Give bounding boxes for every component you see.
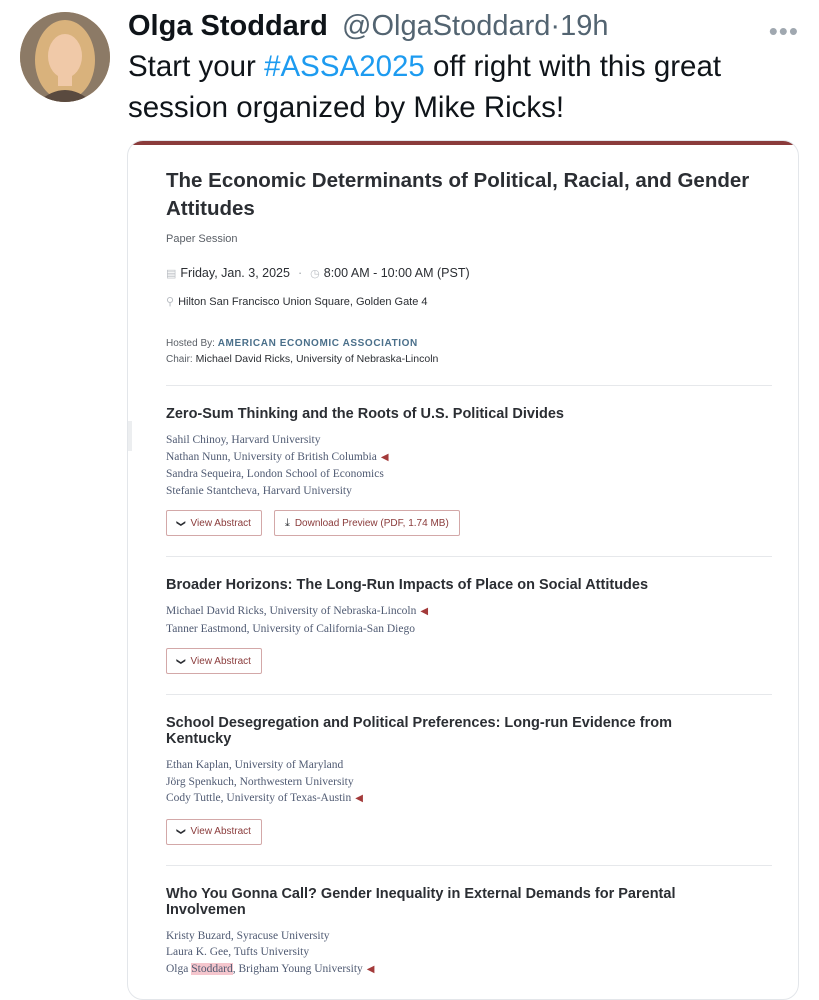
hosted-org: AMERICAN ECONOMIC ASSOCIATION xyxy=(217,338,418,349)
paper-item: Broader Horizons: The Long-Run Impacts o… xyxy=(166,556,772,674)
paper-item: Who You Gonna Call? Gender Inequality in… xyxy=(166,864,772,979)
paper-authors: Michael David Ricks, University of Nebra… xyxy=(166,603,772,637)
megaphone-icon: ◀ xyxy=(380,451,389,463)
author-line: Sahil Chinoy, Harvard University xyxy=(166,434,321,446)
view-abstract-button[interactable]: ❯ View Abstract xyxy=(166,510,262,536)
paper-actions: ❯ View Abstract xyxy=(166,648,772,674)
author-line: Sandra Sequeira, London School of Econom… xyxy=(166,468,384,480)
author-line: Ethan Kaplan, University of Maryland xyxy=(166,759,344,771)
chair-label: Chair: xyxy=(166,354,193,365)
session-time: 8:00 AM - 10:00 AM (PST) xyxy=(323,266,470,280)
chair-name: Michael David Ricks, University of Nebra… xyxy=(195,353,439,365)
author-line: Jörg Spenkuch, Northwestern University xyxy=(166,775,354,788)
author-line: Tanner Eastmond, University of Californi… xyxy=(166,622,415,635)
session-details: The Economic Determinants of Political, … xyxy=(166,167,772,978)
megaphone-icon: ◀ xyxy=(355,793,363,804)
paper-title: School Desegregation and Political Prefe… xyxy=(166,715,672,747)
hosted-by: Hosted By: AMERICAN ECONOMIC ASSOCIATION xyxy=(166,338,772,349)
button-label: View Abstract xyxy=(190,655,251,667)
tweet-header: Olga Stoddard @OlgaStoddard·19h ••• xyxy=(128,6,799,46)
paper-actions: ❯ View Abstract xyxy=(166,818,772,845)
megaphone-icon: ◀ xyxy=(366,963,375,975)
author-line: Laura K. Gee, Tufts University xyxy=(166,946,310,958)
tweet-time[interactable]: 19h xyxy=(560,10,608,42)
avatar[interactable] xyxy=(20,12,110,102)
calendar-icon: ▤ xyxy=(166,267,177,280)
chevron-down-icon: ❯ xyxy=(176,519,187,527)
author-line: Kristy Buzard, Syracuse University xyxy=(166,929,330,942)
handle-text: @OlgaStoddard xyxy=(342,10,551,42)
meta-separator: · xyxy=(297,266,303,280)
download-preview-button[interactable]: ⤓ Download Preview (PDF, 1.74 MB) xyxy=(273,510,460,536)
button-label: View Abstract xyxy=(190,826,251,837)
paper-title: Broader Horizons: The Long-Run Impacts o… xyxy=(166,577,649,593)
location-pin-icon: ⚲ xyxy=(166,296,175,308)
paper-item: School Desegregation and Political Prefe… xyxy=(166,694,772,845)
paper-title: Who You Gonna Call? Gender Inequality in… xyxy=(166,885,676,918)
author-text: , Brigham Young University xyxy=(232,962,363,975)
scroll-nub xyxy=(128,421,132,451)
author-line-presenter: Michael David Ricks, University of Nebra… xyxy=(166,603,772,621)
button-label: View Abstract xyxy=(190,517,251,529)
hashtag-link[interactable]: #ASSA2025 xyxy=(264,50,425,83)
session-date: Friday, Jan. 3, 2025 xyxy=(180,266,290,280)
chevron-down-icon: ❯ xyxy=(176,827,187,836)
paper-authors: Sahil Chinoy, Harvard University Nathan … xyxy=(166,432,772,499)
author-handle[interactable]: @OlgaStoddard·19h xyxy=(342,10,608,43)
tweet-text: Start your #ASSA2025 off right with this… xyxy=(128,46,798,128)
session-title: The Economic Determinants of Political, … xyxy=(166,169,750,220)
session-chair: Chair: Michael David Ricks, University o… xyxy=(166,353,772,365)
author-name[interactable]: Olga Stoddard xyxy=(128,10,328,43)
tweet-text-start: Start your xyxy=(128,50,265,83)
author-text: Cody Tuttle, University of Texas-Austin xyxy=(166,792,352,804)
author-text: Nathan Nunn, University of British Colum… xyxy=(166,450,377,463)
download-icon: ⤓ xyxy=(284,516,290,529)
button-label: Download Preview (PDF, 1.74 MB) xyxy=(294,517,449,529)
avatar-photo xyxy=(20,12,110,102)
clock-icon: ◷ xyxy=(310,267,320,280)
paper-actions: ❯ View Abstract ⤓ Download Preview (PDF, 1… xyxy=(166,510,772,536)
location-text: Hilton San Francisco Union Square, Golde… xyxy=(178,295,428,308)
paper-authors: Ethan Kaplan, University of Maryland Jör… xyxy=(166,757,772,808)
author-line: Stefanie Stantcheva, Harvard University xyxy=(166,484,352,497)
chevron-down-icon: ❯ xyxy=(176,657,187,665)
megaphone-icon: ◀ xyxy=(420,606,429,617)
session-location: ⚲ Hilton San Francisco Union Square, Gol… xyxy=(166,295,772,309)
author-line-presenter: Cody Tuttle, University of Texas-Austin ◀ xyxy=(166,790,772,808)
more-icon[interactable]: ••• xyxy=(769,16,799,47)
highlighted-name: Stoddard xyxy=(191,962,233,975)
author-text: Olga xyxy=(166,962,192,975)
time-separator: · xyxy=(550,10,561,42)
author-line-presenter: Nathan Nunn, University of British Colum… xyxy=(166,449,772,467)
author-line-presenter: Olga Stoddard, Brigham Young University ◀ xyxy=(166,961,772,979)
view-abstract-button[interactable]: ❯ View Abstract xyxy=(166,648,262,674)
session-type: Paper Session xyxy=(166,233,238,245)
author-text: Michael David Ricks, University of Nebra… xyxy=(166,605,417,617)
hosted-label: Hosted By: xyxy=(166,338,215,349)
attached-image[interactable]: The Economic Determinants of Political, … xyxy=(127,140,799,1000)
view-abstract-button[interactable]: ❯ View Abstract xyxy=(166,818,262,845)
card-accent-bar xyxy=(128,141,798,145)
paper-item: Zero-Sum Thinking and the Roots of U.S. … xyxy=(166,385,772,536)
paper-authors: Kristy Buzard, Syracuse University Laura… xyxy=(166,928,772,979)
session-datetime: ▤ Friday, Jan. 3, 2025 · ◷ 8:00 AM - 10:… xyxy=(166,263,772,283)
paper-title: Zero-Sum Thinking and the Roots of U.S. … xyxy=(166,406,564,422)
